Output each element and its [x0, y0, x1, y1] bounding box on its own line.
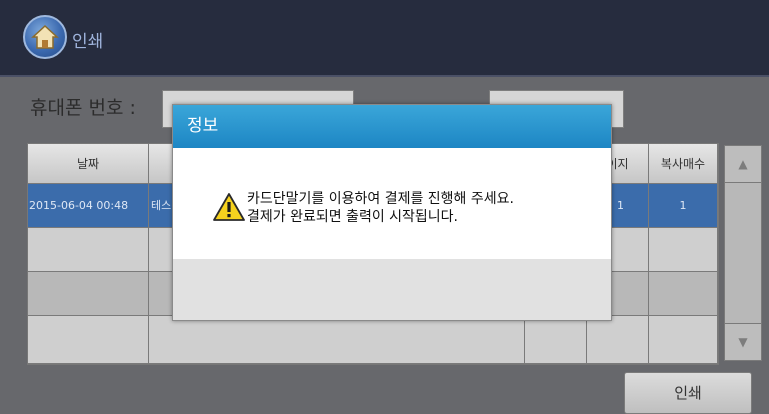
- dialog-footer: [173, 259, 611, 320]
- dialog-message-line-1: 카드단말기를 이용하여 결제를 진행해 주세요.: [247, 191, 514, 207]
- cell-copies: [649, 316, 718, 364]
- up-arrow-icon: ▲: [738, 157, 748, 171]
- dialog-message: 카드단말기를 이용하여 결제를 진행해 주세요. 결제가 완료되면 출력이 시작…: [247, 190, 514, 226]
- dialog-message-line-2: 결제가 완료되면 출력이 시작됩니다.: [247, 209, 458, 225]
- dialog-title: 정보: [173, 105, 611, 148]
- top-bar: 인쇄: [0, 0, 769, 77]
- page-title: 인쇄: [72, 32, 104, 52]
- down-arrow-icon: ▼: [738, 335, 748, 349]
- home-button[interactable]: [23, 15, 67, 59]
- cell-copies: 1: [649, 184, 718, 228]
- cell-pages: [587, 316, 649, 364]
- scroll-down-button[interactable]: ▼: [724, 323, 762, 361]
- column-header-copies[interactable]: 복사매수: [649, 144, 718, 184]
- scroll-up-button[interactable]: ▲: [724, 145, 762, 183]
- dialog-body: 카드단말기를 이용하여 결제를 진행해 주세요. 결제가 완료되면 출력이 시작…: [173, 148, 611, 259]
- cell-copies: [649, 272, 718, 316]
- print-button[interactable]: 인쇄: [624, 372, 752, 414]
- cell-date: 2015-06-04 00:48: [28, 184, 149, 228]
- cell-date: [28, 228, 149, 272]
- phone-number-label: 휴대폰 번호 :: [30, 97, 136, 119]
- cell-copies: [649, 228, 718, 272]
- home-icon: [31, 24, 59, 49]
- cell-date: [28, 316, 149, 364]
- scrollbar-track[interactable]: [724, 183, 762, 323]
- cell-date: [28, 272, 149, 316]
- cell-document: [149, 316, 525, 364]
- info-dialog: 정보 카드단말기를 이용하여 결제를 진행해 주세요. 결제가 완료되면 출력이…: [172, 104, 612, 321]
- cell-color: [525, 316, 587, 364]
- warning-icon: [213, 193, 245, 221]
- column-header-date[interactable]: 날짜: [28, 144, 149, 184]
